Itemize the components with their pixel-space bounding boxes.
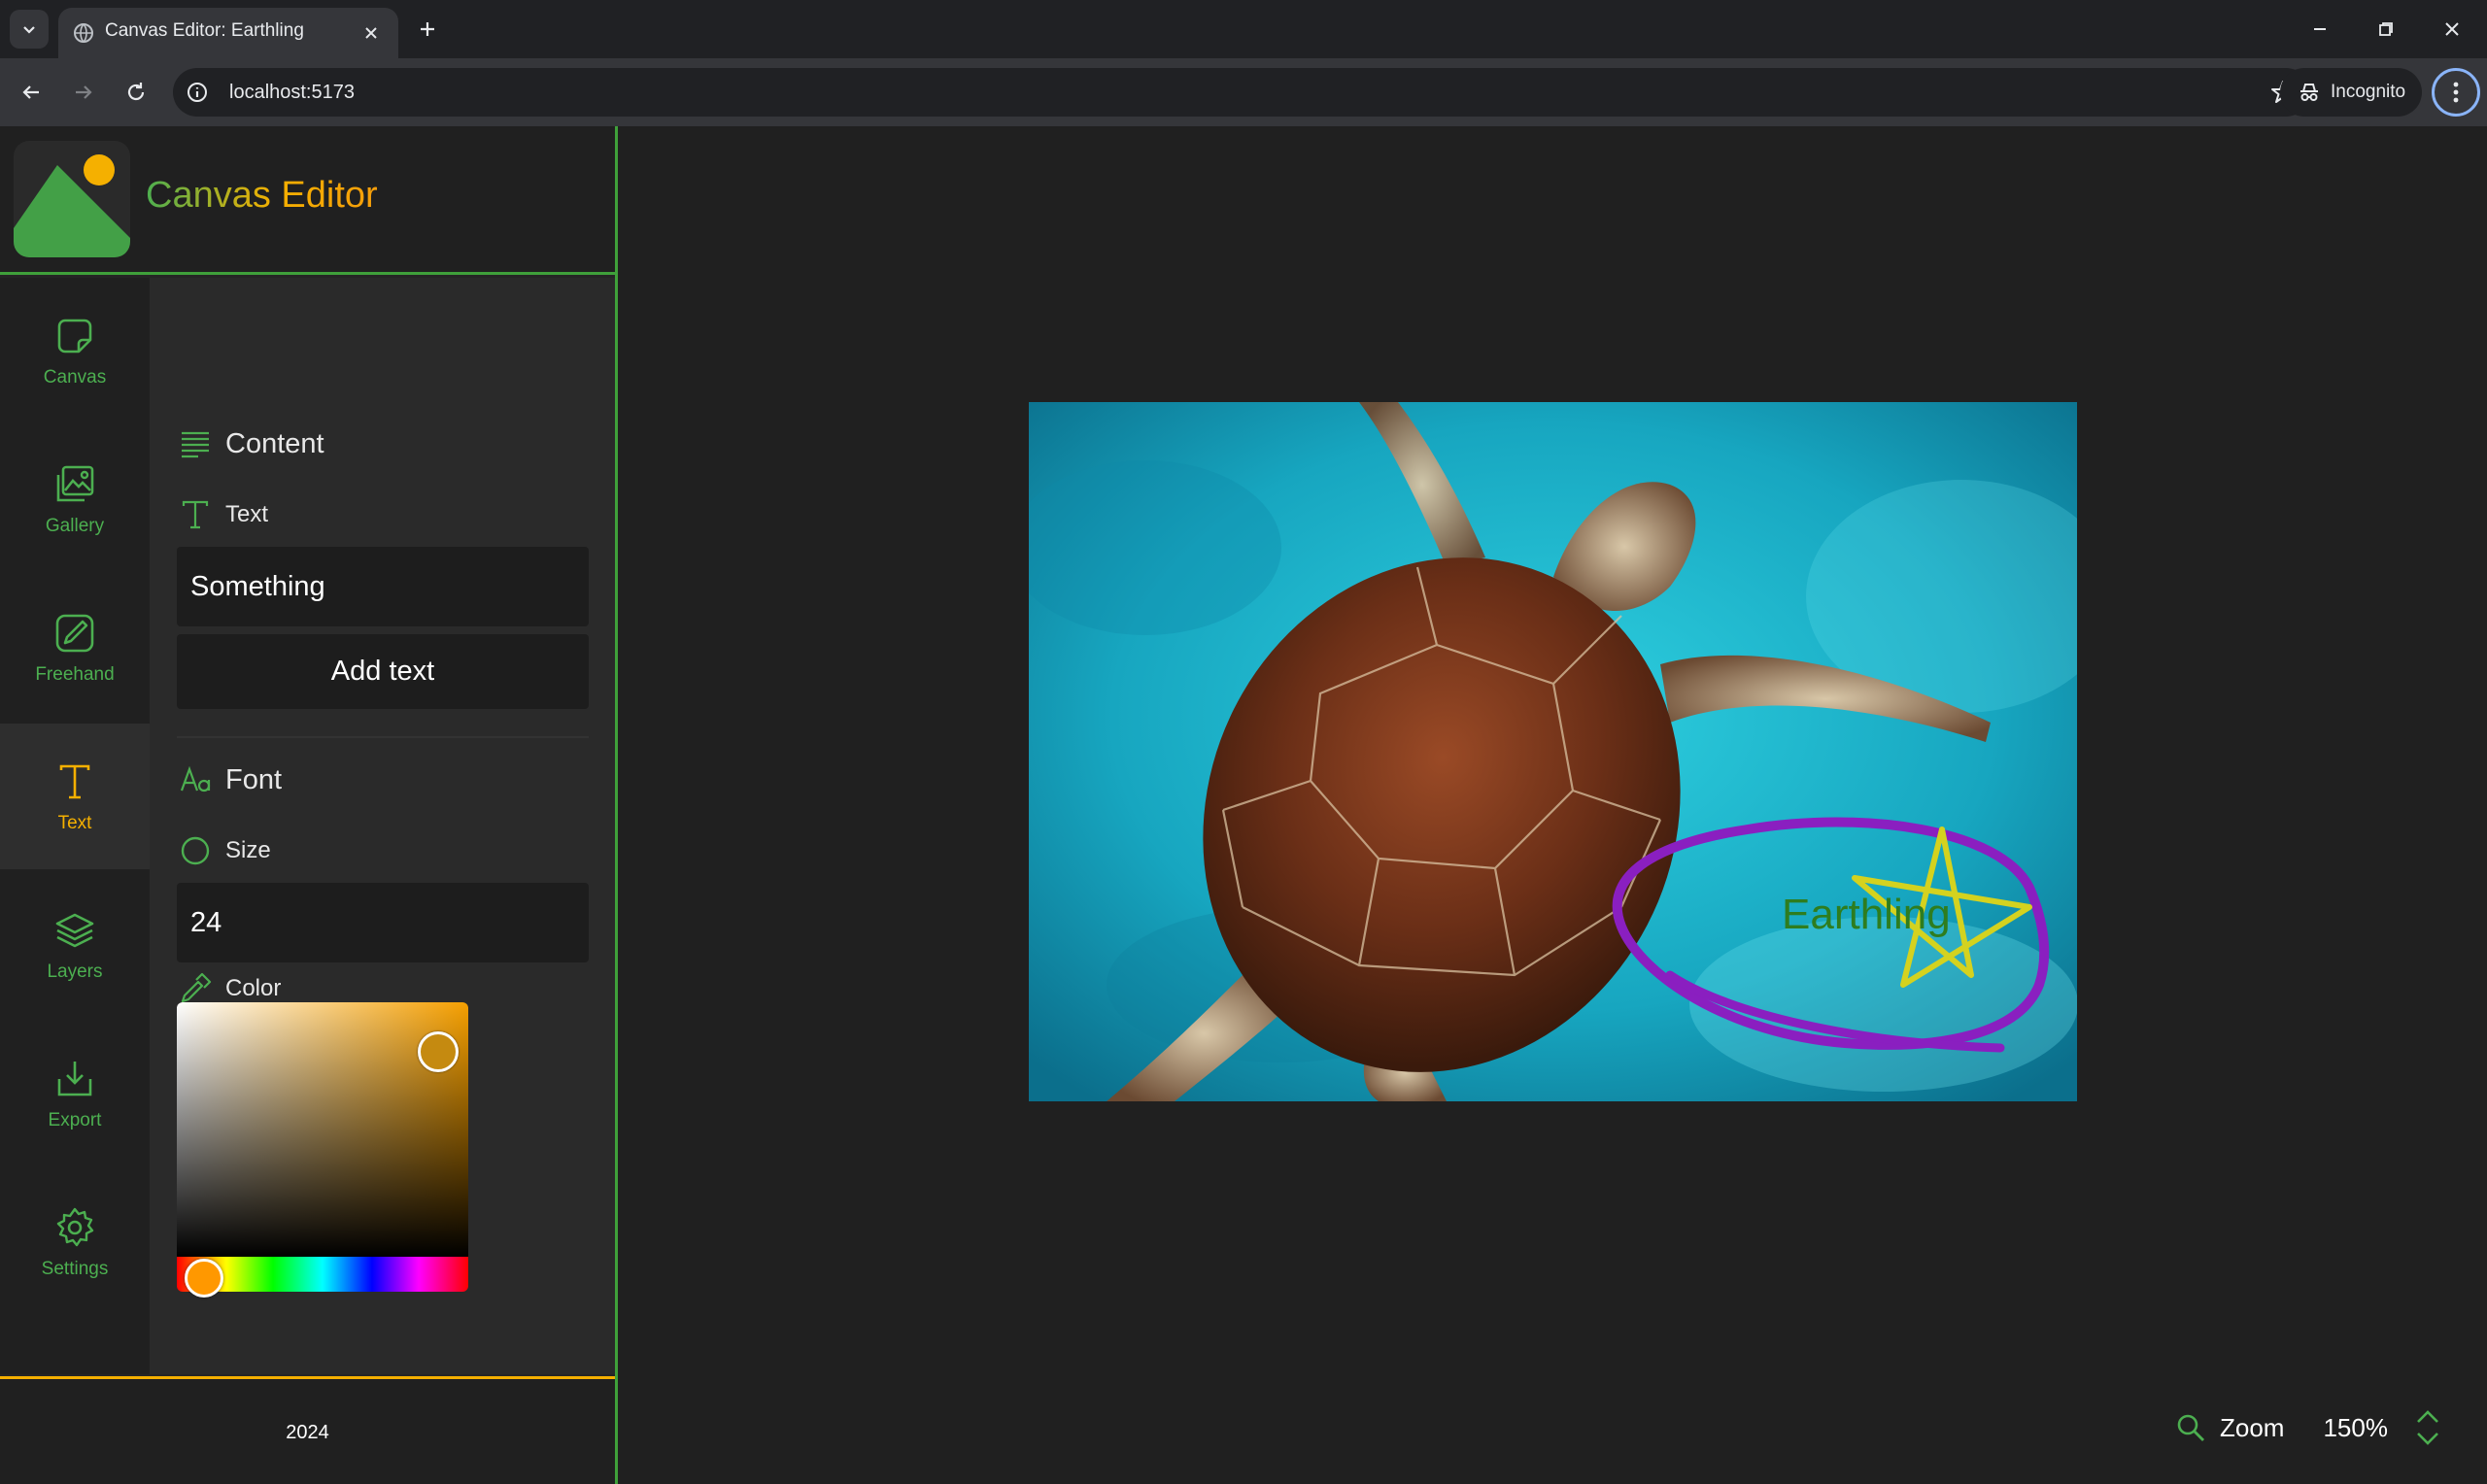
rail-label: Export [48, 1110, 102, 1130]
gallery-icon [56, 465, 94, 502]
rail-label: Gallery [45, 516, 105, 536]
reload-button[interactable] [117, 73, 155, 112]
address-bar[interactable]: localhost:5173 [173, 68, 2310, 117]
tool-rail: Canvas Gallery Freehand Text Layers Expo… [0, 278, 150, 1374]
text-label: Text [179, 498, 268, 531]
text-icon [182, 500, 209, 529]
tab-close-button[interactable] [358, 19, 385, 47]
zoom-stepper[interactable] [2415, 1409, 2440, 1446]
info-icon[interactable] [185, 80, 210, 105]
mountain-sun-icon [14, 154, 130, 257]
globe-icon [74, 23, 93, 44]
font-size-input[interactable] [177, 883, 589, 962]
close-icon [2445, 22, 2459, 36]
rail-label: Canvas [43, 367, 107, 388]
rail-label: Freehand [35, 664, 115, 685]
panel-footer: 2024 [0, 1376, 615, 1484]
browser-toolbar: localhost:5173 Incognito [0, 58, 2487, 126]
color-picker [177, 1002, 468, 1298]
reload-icon [127, 83, 145, 101]
text-icon [59, 764, 90, 799]
minimize-button[interactable] [2291, 10, 2349, 49]
zoom-value: 150% [2323, 1412, 2388, 1442]
rail-label: Text [57, 813, 92, 833]
eyedropper-icon [181, 972, 212, 1003]
incognito-icon [2300, 84, 2318, 101]
font-section-heading: Font [179, 763, 282, 796]
align-justify-icon [182, 431, 209, 458]
font-icon [180, 765, 211, 793]
section-divider [177, 736, 589, 738]
rail-item-text[interactable]: Text [0, 724, 150, 869]
canvas-text-layer[interactable]: Earthling [1782, 891, 1951, 938]
rail-item-settings[interactable]: Settings [0, 1169, 150, 1315]
browser-tab-bar: Canvas Editor: Earthling [0, 0, 2487, 58]
layers-icon [55, 913, 94, 948]
chevron-up-icon[interactable] [2415, 1409, 2440, 1425]
rail-item-canvas[interactable]: Canvas [0, 278, 150, 423]
close-icon [365, 27, 377, 39]
forward-button[interactable] [64, 73, 103, 112]
back-button[interactable] [12, 73, 51, 112]
settings-icon [56, 1207, 94, 1247]
logo [14, 141, 130, 257]
minimize-icon [2314, 28, 2326, 30]
export-icon [57, 1062, 92, 1096]
left-panel: Canvas Editor Canvas Gallery Freehand Te… [0, 126, 618, 1484]
zoom-control: Zoom 150% [2175, 1399, 2486, 1457]
rail-item-layers[interactable]: Layers [0, 872, 150, 1018]
app-root: Canvas Editor Canvas Gallery Freehand Te… [0, 126, 2487, 1484]
circle-icon [181, 836, 210, 865]
close-window-button[interactable] [2423, 10, 2481, 49]
hue-handle[interactable] [185, 1259, 223, 1298]
text-tool-panel: Content Text Add text Font Size Color [150, 278, 615, 1374]
more-vert-icon [2453, 82, 2459, 103]
tab-title: Canvas Editor: Earthling [105, 20, 304, 41]
new-tab-button[interactable] [410, 12, 445, 47]
rail-label: Settings [41, 1259, 109, 1279]
chevron-down-icon[interactable] [2415, 1431, 2440, 1446]
freehand-icon [55, 614, 94, 653]
drawing-overlay: Earthling [1612, 817, 2050, 1053]
zoom-label: Zoom [2220, 1412, 2285, 1442]
tab-list-button[interactable] [10, 10, 49, 49]
add-text-button[interactable]: Add text [177, 634, 589, 709]
canvas-icon [57, 319, 92, 354]
brand-header: Canvas Editor [0, 126, 615, 275]
content-section-heading: Content [179, 427, 324, 460]
rail-label: Layers [47, 961, 103, 982]
restore-button[interactable] [2357, 10, 2415, 49]
incognito-indicator[interactable]: Incognito [2280, 68, 2422, 117]
color-label: Color [179, 972, 281, 1005]
canvas-area[interactable]: Earthling Zoom 150% [621, 126, 2487, 1484]
search-icon [2177, 1414, 2204, 1441]
rail-item-gallery[interactable]: Gallery [0, 426, 150, 572]
plus-icon [421, 22, 434, 36]
footer-year: 2024 [286, 1422, 329, 1443]
canvas-image[interactable]: Earthling [1029, 402, 2077, 1101]
chevron-down-icon [23, 26, 35, 34]
rail-item-freehand[interactable]: Freehand [0, 575, 150, 721]
saturation-handle[interactable] [418, 1031, 459, 1072]
url-text: localhost:5173 [229, 82, 355, 103]
size-label: Size [179, 834, 271, 867]
incognito-label: Incognito [2331, 82, 2406, 102]
arrow-left-icon [22, 85, 39, 99]
text-input[interactable] [177, 547, 589, 626]
restore-icon [2379, 22, 2393, 36]
rail-item-export[interactable]: Export [0, 1021, 150, 1166]
browser-tab[interactable]: Canvas Editor: Earthling [58, 8, 398, 58]
arrow-right-icon [76, 85, 92, 99]
app-title: Canvas Editor [146, 175, 378, 216]
browser-menu-button[interactable] [2432, 68, 2480, 117]
